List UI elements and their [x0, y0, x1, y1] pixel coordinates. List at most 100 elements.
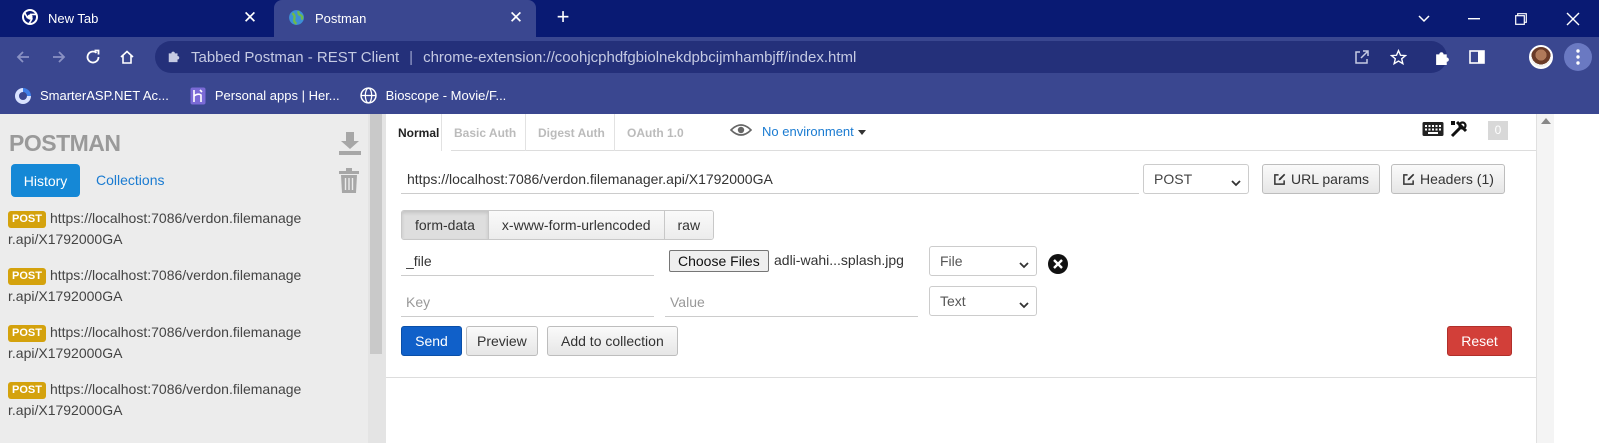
share-icon[interactable]	[1352, 47, 1372, 67]
form-type-select[interactable]: File	[929, 246, 1037, 276]
chevron-down-icon	[1231, 174, 1241, 190]
settings-wrench-icon[interactable]	[1450, 120, 1468, 141]
choose-files-button[interactable]: Choose Files	[669, 250, 769, 272]
selected-filename: adli-wahi...splash.jpg	[774, 252, 904, 268]
home-icon[interactable]	[114, 44, 140, 70]
smarterasp-icon	[14, 87, 32, 105]
edit-icon	[1402, 173, 1415, 186]
bookmark-heroku[interactable]: Personal apps | Her...	[189, 87, 340, 105]
bookmark-label: Bioscope - Movie/F...	[385, 88, 507, 103]
close-tab-icon[interactable]: ✕	[506, 8, 526, 28]
browser-toolbar: Tabbed Postman - REST Client | chrome-ex…	[0, 37, 1599, 77]
response-divider	[386, 377, 1537, 378]
edit-icon	[1273, 173, 1286, 186]
tab-form-data[interactable]: form-data	[402, 211, 489, 239]
request-topbar: Normal Basic Auth Digest Auth OAuth 1.0 …	[386, 114, 1554, 151]
request-pane: Normal Basic Auth Digest Auth OAuth 1.0 …	[386, 114, 1599, 443]
tab-label: New Tab	[48, 11, 99, 26]
extensions-icon[interactable]	[1431, 46, 1453, 68]
new-tab-button[interactable]: +	[551, 6, 575, 30]
browser-menu-icon[interactable]	[1564, 43, 1592, 71]
history-item[interactable]: POST https://localhost:7086/verdon.filema…	[8, 208, 368, 265]
form-key-input[interactable]	[401, 287, 654, 317]
postman-sidebar: POSTMAN History Collections POST https://…	[0, 114, 386, 443]
browser-tabstrip: New Tab ✕ Postman ✕ +	[0, 0, 1599, 37]
side-panel-icon[interactable]	[1466, 46, 1488, 68]
tab-digest-auth[interactable]: Digest Auth	[525, 114, 617, 151]
environment-selector[interactable]: No environment	[729, 123, 866, 140]
add-to-collection-button[interactable]: Add to collection	[547, 326, 678, 356]
reload-icon[interactable]	[80, 44, 106, 70]
site-name: Tabbed Postman - REST Client	[191, 48, 400, 66]
send-button[interactable]: Send	[401, 326, 462, 356]
method-badge: POST	[8, 211, 46, 228]
history-item[interactable]: POST https://localhost:7086/verdon.filema…	[8, 322, 368, 379]
caret-down-icon	[857, 130, 866, 135]
form-type-value: Text	[940, 293, 966, 309]
method-badge: POST	[8, 325, 46, 342]
history-list: POST https://localhost:7086/verdon.filema…	[8, 208, 368, 436]
bookmarks-bar: SmarterASP.NET Ac... Personal apps | Her…	[0, 77, 1599, 114]
remove-row-icon[interactable]	[1047, 253, 1069, 275]
browser-tab-new-tab[interactable]: New Tab ✕	[0, 0, 270, 37]
back-arrow-icon[interactable]	[10, 44, 36, 70]
bookmark-star-icon[interactable]	[1388, 47, 1408, 67]
globe-icon	[288, 9, 305, 29]
form-key-input[interactable]	[401, 246, 654, 276]
close-window-icon[interactable]	[1550, 0, 1596, 37]
tab-history[interactable]: History	[11, 164, 80, 197]
history-url-line1: https://localhost:7086/verdon.filemanage	[49, 210, 302, 226]
keyboard-icon[interactable]	[1422, 121, 1444, 140]
url-params-label: URL params	[1291, 171, 1370, 187]
close-tab-icon[interactable]: ✕	[240, 8, 260, 28]
heroku-icon	[189, 87, 207, 105]
form-type-select[interactable]: Text	[929, 286, 1037, 316]
history-url-line2: r.api/X1792000GA	[8, 402, 123, 418]
trash-icon[interactable]	[338, 168, 360, 194]
profile-avatar[interactable]	[1529, 45, 1553, 69]
browser-tab-postman[interactable]: Postman ✕	[274, 0, 536, 37]
bookmark-bioscope[interactable]: Bioscope - Movie/F...	[360, 87, 507, 105]
restore-icon[interactable]	[1498, 0, 1544, 37]
headers-button[interactable]: Headers (1)	[1391, 164, 1505, 194]
request-url-input[interactable]	[401, 164, 1139, 194]
tab-basic-auth[interactable]: Basic Auth	[441, 114, 528, 151]
bookmark-label: Personal apps | Her...	[214, 88, 340, 103]
reset-button[interactable]: Reset	[1447, 326, 1512, 356]
address-bar[interactable]: Tabbed Postman - REST Client | chrome-ex…	[155, 41, 1447, 73]
count-badge: 0	[1488, 121, 1508, 140]
page-url: chrome-extension://coohjcphdfgbiolnekdpb…	[423, 48, 857, 66]
history-url-line2: r.api/X1792000GA	[8, 288, 123, 304]
tab-collections[interactable]: Collections	[96, 172, 164, 188]
eye-icon	[729, 123, 753, 140]
body-type-tabs: form-data x-www-form-urlencoded raw	[401, 210, 715, 240]
tab-label: Postman	[315, 11, 367, 26]
history-item[interactable]: POST https://localhost:7086/verdon.filema…	[8, 379, 368, 436]
forward-arrow-icon[interactable]	[46, 44, 72, 70]
sidebar-scrollbar[interactable]	[368, 114, 386, 443]
minimize-icon[interactable]	[1451, 0, 1497, 37]
tab-search-chevron-icon[interactable]	[1401, 0, 1447, 37]
url-params-button[interactable]: URL params	[1262, 164, 1381, 194]
history-url-line2: r.api/X1792000GA	[8, 345, 123, 361]
tab-raw[interactable]: raw	[664, 211, 714, 239]
method-select[interactable]: POST	[1143, 164, 1249, 194]
postman-logo: POSTMAN	[9, 130, 121, 156]
form-type-value: File	[940, 253, 963, 269]
bookmark-smarterasp[interactable]: SmarterASP.NET Ac...	[14, 87, 169, 105]
right-gutter	[1554, 114, 1599, 443]
scroll-up-arrow-icon[interactable]	[1541, 118, 1551, 124]
environment-name: No environment	[762, 124, 854, 139]
tab-oauth[interactable]: OAuth 1.0	[614, 114, 696, 151]
sidebar-scrollbar-thumb[interactable]	[370, 114, 382, 354]
history-url-line1: https://localhost:7086/verdon.filemanage	[49, 381, 302, 397]
history-item[interactable]: POST https://localhost:7086/verdon.filema…	[8, 265, 368, 322]
tab-x-www-form-urlencoded[interactable]: x-www-form-urlencoded	[488, 211, 665, 239]
form-value-input[interactable]	[665, 287, 918, 317]
history-url-line1: https://localhost:7086/verdon.filemanage	[49, 324, 302, 340]
history-url-line1: https://localhost:7086/verdon.filemanage	[49, 267, 302, 283]
bookmark-label: SmarterASP.NET Ac...	[40, 88, 169, 103]
download-icon[interactable]	[338, 130, 362, 156]
main-scrollbar[interactable]	[1536, 114, 1554, 443]
preview-button[interactable]: Preview	[466, 326, 538, 356]
